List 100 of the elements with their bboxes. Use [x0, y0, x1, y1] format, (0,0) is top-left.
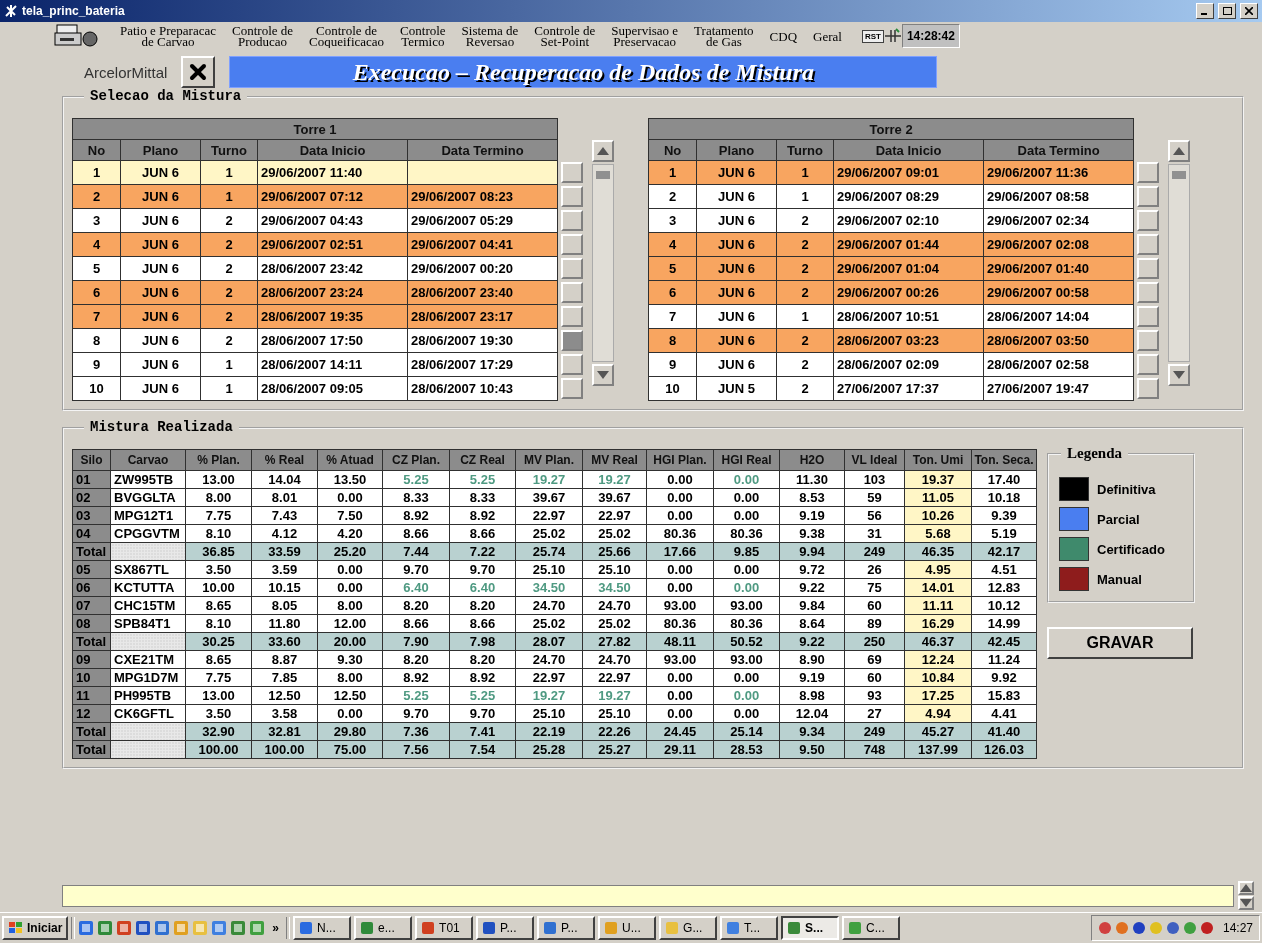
- app-icon[interactable]: [78, 920, 95, 936]
- menu-item[interactable]: Patio e Preparacac de Carvao: [112, 24, 224, 48]
- column-header: No: [72, 139, 121, 161]
- row-select-button[interactable]: [1137, 330, 1160, 351]
- tray-icon[interactable]: [1097, 921, 1112, 935]
- row-select-button[interactable]: [1137, 282, 1160, 303]
- row-select-button[interactable]: [561, 234, 584, 255]
- row-select-button[interactable]: [1137, 306, 1160, 327]
- maximize-button[interactable]: [1218, 3, 1236, 19]
- table-cell: 2: [776, 280, 834, 305]
- table-row[interactable]: 3 JUN 6 2 29/06/2007 04:43 29/06/2007 05:29: [72, 208, 558, 233]
- task-button[interactable]: T...: [720, 916, 779, 940]
- table-cell: 7: [72, 304, 121, 329]
- menu-item[interactable]: Sistema de Reversao: [453, 24, 527, 48]
- table-row[interactable]: 8 JUN 6 2 28/06/2007 17:50 28/06/2007 19:30: [72, 328, 558, 353]
- row-select-button[interactable]: [1137, 186, 1160, 207]
- table-row[interactable]: 5 JUN 6 2 28/06/2007 23:42 29/06/2007 00:20: [72, 256, 558, 281]
- scroll-up-button[interactable]: [1238, 881, 1254, 895]
- menu-item[interactable]: CDQ: [761, 24, 806, 48]
- close-button[interactable]: [1240, 3, 1258, 19]
- app-icon[interactable]: [249, 920, 266, 936]
- table-row[interactable]: 10 JUN 5 2 27/06/2007 17:37 27/06/2007 19:47: [648, 376, 1134, 401]
- menu-item[interactable]: Supervisao e Preservacao: [603, 24, 687, 48]
- table-row[interactable]: 2 JUN 6 1 29/06/2007 07:12 29/06/2007 08:23: [72, 184, 558, 209]
- row-select-button[interactable]: [561, 258, 584, 279]
- table-row[interactable]: 9 JUN 6 2 28/06/2007 02:09 28/06/2007 02:58: [648, 352, 1134, 377]
- tray-icon[interactable]: [1199, 921, 1214, 935]
- row-select-button[interactable]: [561, 378, 584, 399]
- row-select-button[interactable]: [561, 282, 584, 303]
- app-icon[interactable]: [97, 920, 114, 936]
- table-cell: 1: [648, 160, 697, 185]
- row-select-button[interactable]: [1137, 234, 1160, 255]
- task-button[interactable]: S...: [781, 916, 840, 940]
- menu-item[interactable]: Controle Termico: [392, 24, 454, 48]
- menu-item[interactable]: Tratamento de Gas: [686, 24, 762, 48]
- table-row[interactable]: 4 JUN 6 2 29/06/2007 02:51 29/06/2007 04:41: [72, 232, 558, 257]
- row-select-button[interactable]: [561, 210, 584, 231]
- table-row[interactable]: 7 JUN 6 1 28/06/2007 10:51 28/06/2007 14:04: [648, 304, 1134, 329]
- close-button[interactable]: [181, 56, 216, 88]
- table-row[interactable]: 10 JUN 6 1 28/06/2007 09:05 28/06/2007 10:43: [72, 376, 558, 401]
- start-button[interactable]: Iniciar: [2, 916, 69, 940]
- scroll-up-button[interactable]: [592, 140, 615, 162]
- task-button[interactable]: P...: [476, 916, 535, 940]
- row-select-button[interactable]: [1137, 258, 1160, 279]
- up-arrow-icon: [1240, 884, 1252, 892]
- menu-item[interactable]: Geral: [805, 24, 850, 48]
- scroll-down-button[interactable]: [1168, 364, 1191, 386]
- row-select-button[interactable]: [1137, 162, 1160, 183]
- message-field[interactable]: [62, 884, 1234, 907]
- app-icon[interactable]: [116, 920, 133, 936]
- app-icon: [4, 4, 18, 18]
- task-button[interactable]: U...: [598, 916, 657, 940]
- more-button[interactable]: »: [268, 921, 284, 935]
- task-button[interactable]: G...: [659, 916, 718, 940]
- menu-item[interactable]: Controle de Coqueificacao: [301, 24, 393, 48]
- scroll-track[interactable]: [592, 164, 615, 362]
- scroll-up-button[interactable]: [1168, 140, 1191, 162]
- scroll-track[interactable]: [1168, 164, 1191, 362]
- app-icon[interactable]: [230, 920, 247, 936]
- tray-icon[interactable]: [1165, 921, 1180, 935]
- save-button[interactable]: GRAVAR: [1047, 627, 1193, 659]
- scroll-down-button[interactable]: [1238, 896, 1254, 910]
- table-row[interactable]: 9 JUN 6 1 28/06/2007 14:11 28/06/2007 17:29: [72, 352, 558, 377]
- app-icon[interactable]: [211, 920, 228, 936]
- table-row[interactable]: 8 JUN 6 2 28/06/2007 03:23 28/06/2007 03:50: [648, 328, 1134, 353]
- row-select-button[interactable]: [1137, 354, 1160, 375]
- table-cell: JUN 6: [120, 256, 201, 281]
- scroll-thumb[interactable]: [596, 171, 611, 179]
- row-select-button[interactable]: [561, 186, 584, 207]
- up-arrow-icon: [597, 147, 610, 155]
- task-button[interactable]: P...: [537, 916, 596, 940]
- table-row[interactable]: 6 JUN 6 2 28/06/2007 23:24 28/06/2007 23:40: [72, 280, 558, 305]
- maximize-icon: [1222, 7, 1232, 15]
- row-select-button[interactable]: [561, 162, 584, 183]
- tray-icon[interactable]: [1131, 921, 1146, 935]
- table-row[interactable]: 5 JUN 6 2 29/06/2007 01:04 29/06/2007 01:40: [648, 256, 1134, 281]
- task-button[interactable]: C...: [842, 916, 901, 940]
- task-button[interactable]: T01: [415, 916, 474, 940]
- menu-item[interactable]: Controle de Producao: [224, 24, 302, 48]
- table-row[interactable]: 2 JUN 6 1 29/06/2007 08:29 29/06/2007 08:58: [648, 184, 1134, 209]
- table-row[interactable]: 7 JUN 6 2 28/06/2007 19:35 28/06/2007 23:17: [72, 304, 558, 329]
- row-select-button[interactable]: [561, 306, 584, 327]
- menu-item[interactable]: Controle de Set-Point: [526, 24, 604, 48]
- row-select-button[interactable]: [561, 354, 584, 375]
- scroll-thumb[interactable]: [1172, 171, 1187, 179]
- scroll-down-button[interactable]: [592, 364, 615, 386]
- task-button[interactable]: e...: [354, 916, 413, 940]
- reset-button[interactable]: RST: [861, 29, 884, 43]
- row-select-button[interactable]: [561, 330, 584, 351]
- table-row[interactable]: 1 JUN 6 1 29/06/2007 11:40: [72, 160, 558, 185]
- table-row[interactable]: 3 JUN 6 2 29/06/2007 02:10 29/06/2007 02:34: [648, 208, 1134, 233]
- table-row[interactable]: 6 JUN 6 2 29/06/2007 00:26 29/06/2007 00:58: [648, 280, 1134, 305]
- app-icon[interactable]: [135, 920, 152, 936]
- app-icon[interactable]: [154, 920, 171, 936]
- task-button[interactable]: N...: [293, 916, 352, 940]
- row-select-button[interactable]: [1137, 210, 1160, 231]
- table-row[interactable]: 1 JUN 6 1 29/06/2007 09:01 29/06/2007 11:36: [648, 160, 1134, 185]
- row-select-button[interactable]: [1137, 378, 1160, 399]
- minimize-button[interactable]: [1196, 3, 1214, 19]
- table-row[interactable]: 4 JUN 6 2 29/06/2007 01:44 29/06/2007 02:08: [648, 232, 1134, 257]
